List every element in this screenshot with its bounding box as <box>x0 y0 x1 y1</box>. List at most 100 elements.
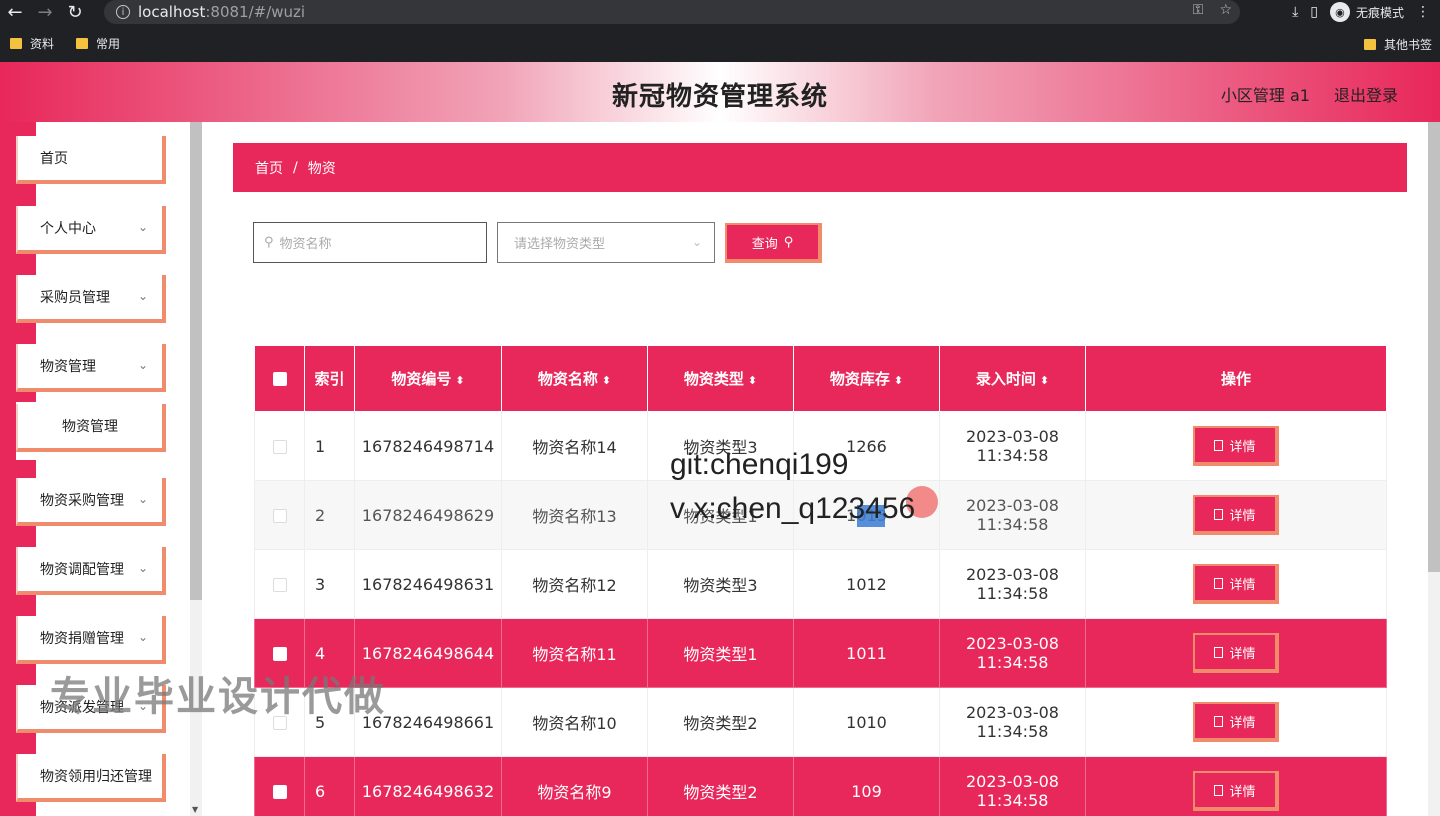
download-icon[interactable]: ⤓ <box>1292 4 1298 20</box>
bookmark-folder[interactable]: 常用 <box>76 35 120 52</box>
sidebar-item-donation[interactable]: 物资捐赠管理 ⌄ <box>16 616 166 664</box>
page-scrollbar[interactable] <box>1428 122 1440 816</box>
sidebar-item-profile[interactable]: 个人中心 ⌄ <box>16 206 166 254</box>
col-index: 索引 <box>304 345 355 412</box>
site-info-icon[interactable]: i <box>116 5 130 19</box>
star-icon[interactable]: ☆ <box>1219 2 1232 18</box>
detail-button[interactable]: 详情 <box>1193 633 1279 673</box>
sidebar-item-label: 采购员管理 <box>40 290 110 306</box>
bookmarks-bar: 资料 常用 其他书签 <box>0 24 1440 62</box>
scrollbar-thumb[interactable] <box>1428 122 1440 572</box>
chevron-down-icon: ⌄ <box>137 561 148 575</box>
chevron-down-icon: ⌄ <box>137 289 148 303</box>
detail-button[interactable]: 详情 <box>1193 495 1279 535</box>
header-label: 索引 <box>314 370 345 388</box>
cell-time: 2023-03-08 11:34:58 <box>939 411 1086 481</box>
other-bookmarks[interactable]: 其他书签 <box>1363 36 1432 53</box>
table-row: 3 1678246498631 物资名称12 物资类型3 1012 2023-0… <box>254 549 1387 619</box>
table-row: 4 1678246498644 物资名称11 物资类型1 1011 2023-0… <box>254 618 1387 688</box>
cell-stock: 109 <box>793 756 940 816</box>
chevron-down-icon: ⌄ <box>137 492 148 506</box>
sidebar-subitem-supplies[interactable]: 物资管理 <box>16 404 166 452</box>
cell-stock: 1011 <box>793 618 940 688</box>
cell-stock: 1012 <box>793 549 940 619</box>
detail-label: 详情 <box>1229 646 1256 662</box>
sidebar-item-allocation[interactable]: 物资调配管理 ⌄ <box>16 547 166 595</box>
col-action: 操作 <box>1085 345 1387 412</box>
col-code[interactable]: 物资编号 ⬍ <box>354 345 502 412</box>
row-select <box>254 549 305 619</box>
search-icon: ⚲ <box>783 234 794 250</box>
row-select <box>254 480 305 550</box>
url-path: :8081/#/wuzi <box>205 3 306 21</box>
bookmark-folder[interactable]: 资料 <box>10 35 54 52</box>
folder-icon <box>76 37 89 49</box>
bookmark-label: 其他书签 <box>1383 38 1432 52</box>
sidepanel-icon[interactable]: ▯ <box>1310 4 1318 20</box>
row-checkbox[interactable] <box>272 509 287 523</box>
cell-index: 3 <box>304 549 355 619</box>
select-all-checkbox[interactable] <box>272 372 287 386</box>
header-label: 物资类型 <box>683 370 744 388</box>
col-name[interactable]: 物资名称 ⬍ <box>501 345 648 412</box>
sort-icon[interactable]: ⬍ <box>748 374 757 387</box>
row-checkbox[interactable] <box>272 578 287 592</box>
user-name: 小区管理 a1 <box>1220 86 1310 105</box>
header-label: 录入时间 <box>975 370 1036 388</box>
table-row: 5 1678246498661 物资名称10 物资类型2 1010 2023-0… <box>254 687 1387 757</box>
watermark-promo: 专业毕业设计代做 <box>50 674 386 720</box>
query-button[interactable]: 查询 ⚲ <box>725 223 822 263</box>
sidebar-item-label: 个人中心 <box>40 221 96 237</box>
chevron-down-icon: ⌄ <box>691 235 702 249</box>
back-icon[interactable]: ← <box>0 0 30 24</box>
forward-icon[interactable]: → <box>30 0 60 24</box>
cell-name: 物资名称11 <box>501 618 648 688</box>
row-checkbox[interactable] <box>272 440 287 454</box>
sidebar-item-buyers[interactable]: 采购员管理 ⌄ <box>16 275 166 323</box>
type-select[interactable]: 请选择物资类型 ⌄ <box>497 222 715 263</box>
cell-action: 详情 <box>1085 549 1387 619</box>
sidebar-item-borrow-return[interactable]: 物资领用归还管理 <box>16 754 166 802</box>
detail-label: 详情 <box>1229 439 1256 455</box>
sidebar-item-home[interactable]: 首页 <box>16 136 166 184</box>
url-host: localhost <box>138 3 206 21</box>
col-time[interactable]: 录入时间 ⬍ <box>939 345 1086 412</box>
sort-icon[interactable]: ⬍ <box>455 374 464 387</box>
toolbar: ← → ↻ i localhost:8081/#/wuzi ⚿ ☆ ⤓ ▯ ◉ … <box>0 0 1440 24</box>
select-all-cell <box>254 345 305 412</box>
breadcrumb-current: 物资 <box>307 160 336 177</box>
row-checkbox[interactable] <box>272 785 287 799</box>
col-stock[interactable]: 物资库存 ⬍ <box>793 345 940 412</box>
incognito-indicator[interactable]: ◉ 无痕模式 <box>1329 2 1404 22</box>
sidebar-item-supplies[interactable]: 物资管理 ⌄ <box>16 344 166 392</box>
sort-icon[interactable]: ⬍ <box>602 374 611 387</box>
sidebar-item-label: 物资捐赠管理 <box>40 631 124 647</box>
reload-icon[interactable]: ↻ <box>60 0 90 24</box>
table-header-row: 索引 物资编号 ⬍ 物资名称 ⬍ 物资类型 ⬍ 物资库存 ⬍ 录入时间 ⬍ 操作 <box>254 345 1387 412</box>
cell-action: 详情 <box>1085 756 1387 816</box>
search-input[interactable]: ⚲ 物资名称 <box>253 222 487 263</box>
row-checkbox[interactable] <box>272 647 287 661</box>
sidebar-item-purchase[interactable]: 物资采购管理 ⌄ <box>16 478 166 526</box>
row-select <box>254 756 305 816</box>
col-type[interactable]: 物资类型 ⬍ <box>647 345 794 412</box>
scrollbar-thumb[interactable] <box>190 122 202 600</box>
app-header: 新冠物资管理系统 小区管理 a1 退出登录 <box>0 62 1440 122</box>
chevron-down-icon: ⌄ <box>137 630 148 644</box>
sort-icon[interactable]: ⬍ <box>894 374 903 387</box>
menu-icon[interactable]: ⋮ <box>1416 4 1430 20</box>
sidebar-item-label: 物资调配管理 <box>40 562 124 578</box>
cell-time: 2023-03-08 11:34:58 <box>939 549 1086 619</box>
cell-action: 详情 <box>1085 411 1387 481</box>
detail-button[interactable]: 详情 <box>1193 564 1279 604</box>
detail-button[interactable]: 详情 <box>1193 771 1279 811</box>
logout-link[interactable]: 退出登录 <box>1334 82 1398 106</box>
address-bar[interactable]: i localhost:8081/#/wuzi ⚿ ☆ <box>104 0 1240 24</box>
sort-icon[interactable]: ⬍ <box>1040 374 1049 387</box>
key-icon[interactable]: ⚿ <box>1193 2 1204 18</box>
detail-button[interactable]: 详情 <box>1193 426 1279 466</box>
cell-code: 1678246498632 <box>354 756 502 816</box>
detail-button[interactable]: 详情 <box>1193 702 1279 742</box>
scroll-down-icon[interactable]: ▼ <box>192 805 198 814</box>
breadcrumb-home[interactable]: 首页 <box>255 158 283 178</box>
